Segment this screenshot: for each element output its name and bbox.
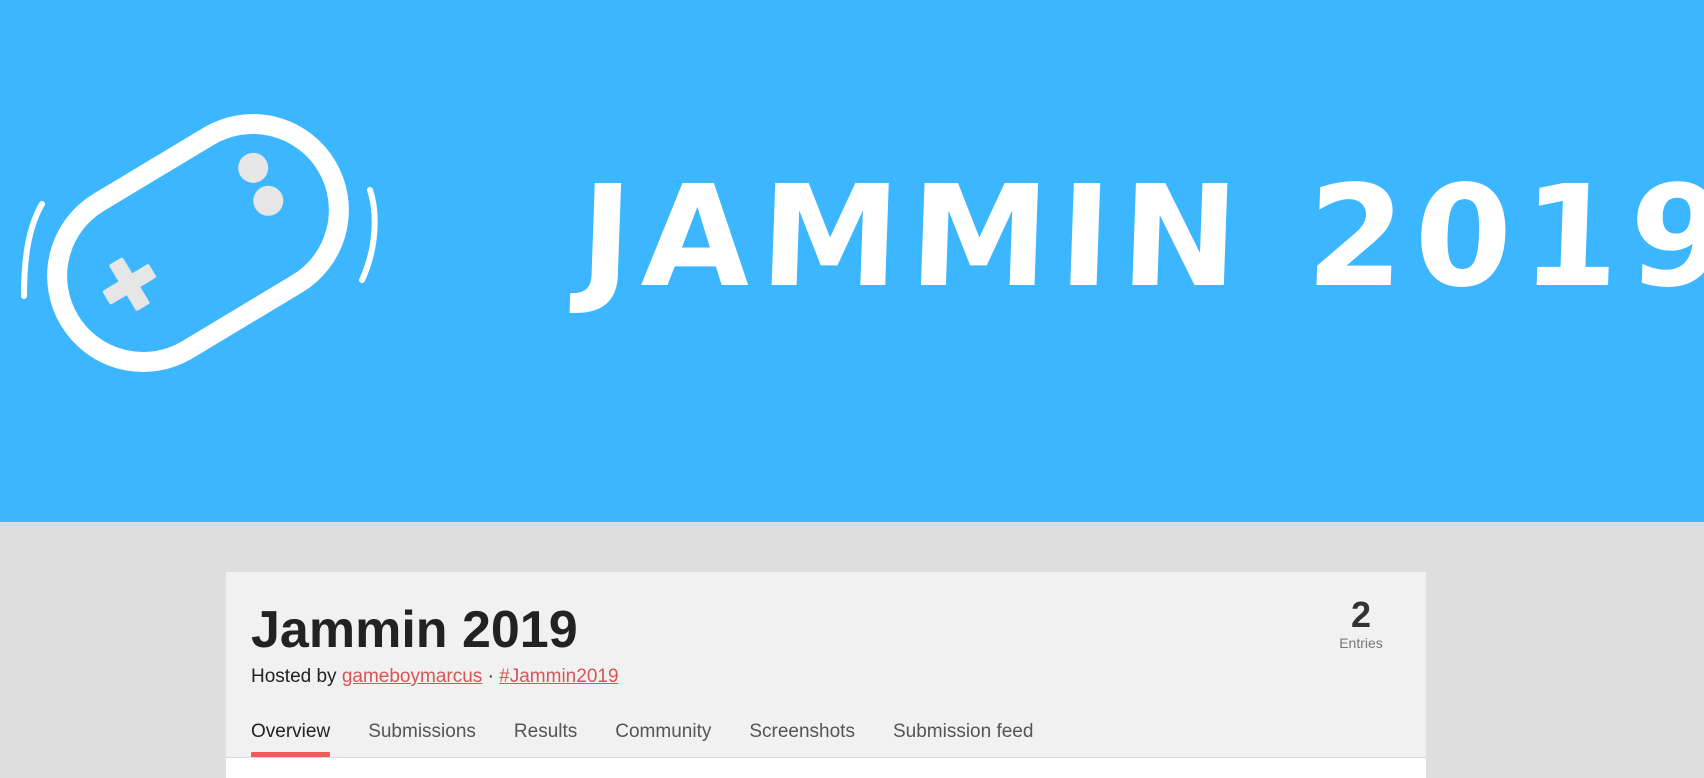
separator: ·	[487, 666, 494, 687]
hosted-by-label: Hosted by	[251, 666, 337, 687]
hosted-by-line: Hosted by gameboymarcus · #Jammin2019	[251, 665, 619, 689]
tab-community[interactable]: Community	[615, 712, 711, 752]
tab-community-label: Community	[615, 721, 712, 742]
host-link[interactable]: gameboymarcus	[342, 666, 482, 687]
page-title: Jammin 2019	[251, 601, 578, 659]
gamepad-icon	[21, 114, 378, 372]
tab-submission-feed[interactable]: Submission feed	[893, 712, 1033, 752]
entries-label: Entries	[1339, 635, 1383, 651]
tab-submissions-label: Submissions	[368, 721, 476, 742]
tab-results-label: Results	[513, 721, 578, 742]
hashtag-link[interactable]: #Jammin2019	[499, 666, 618, 687]
tab-submissions[interactable]: Submissions	[368, 712, 476, 752]
jam-header-card: Jammin 2019 Hosted by gameboymarcus · #J…	[226, 572, 1426, 778]
content-area-top	[226, 758, 1426, 778]
tab-overview[interactable]: Overview	[251, 712, 331, 758]
tab-results[interactable]: Results	[514, 712, 577, 752]
banner-title: JAMMIN 2019	[577, 156, 1704, 319]
tab-submission-feed-label: Submission feed	[892, 721, 1034, 742]
entries-count: 2	[1350, 594, 1372, 635]
entries-counter: 2 Entries	[1321, 596, 1401, 652]
jam-banner: JAMMIN 2019	[0, 0, 1704, 522]
tab-screenshots[interactable]: Screenshots	[749, 712, 855, 752]
tab-screenshots-label: Screenshots	[749, 721, 855, 742]
tab-overview-label: Overview	[251, 721, 331, 742]
